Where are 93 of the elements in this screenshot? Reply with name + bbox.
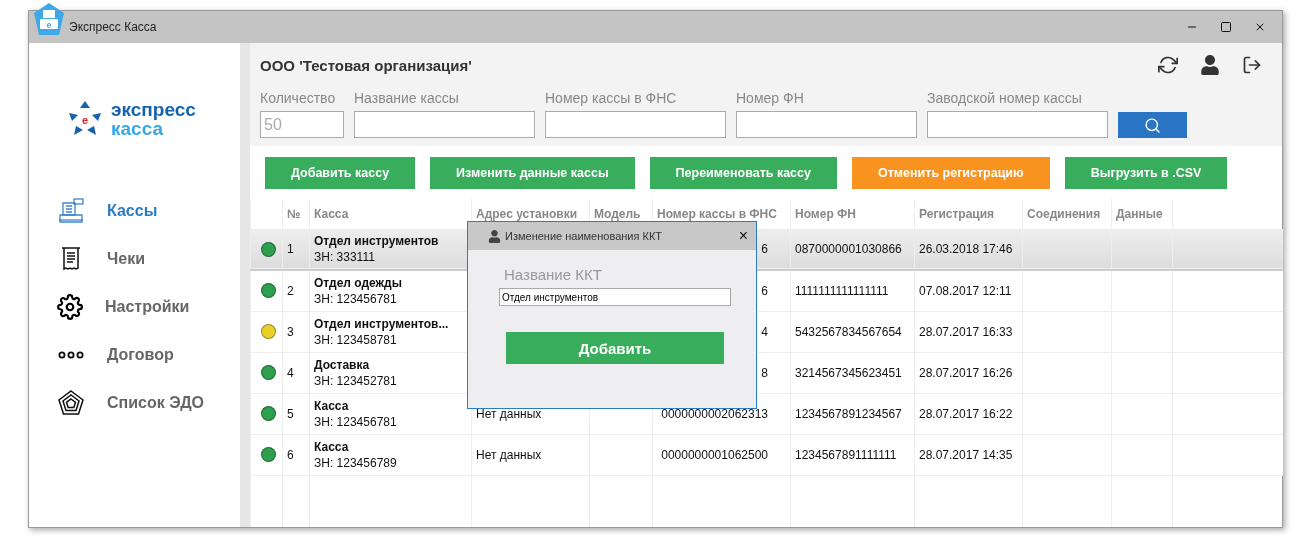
filter-field[interactable] [354, 111, 535, 138]
maximize-icon [1220, 21, 1232, 33]
column-header: Модель [594, 207, 641, 221]
dialog-title: Изменение наименования ККТ [505, 230, 663, 242]
serial-number: ЗН: 123456789 [314, 455, 398, 470]
maximize-button[interactable] [1220, 21, 1232, 33]
column-header: Номер кассы в ФНС [657, 207, 777, 221]
cash-register-icon [57, 197, 85, 225]
table-cell: 3 [287, 324, 294, 339]
column-header: Регистрация [919, 207, 995, 221]
table-cell: 28.07.2017 16:33 [919, 324, 1013, 339]
table-cell: 8 [761, 365, 768, 380]
sidebar-item[interactable]: Чеки [57, 241, 240, 277]
filter-field[interactable]: 50 [260, 111, 344, 138]
refresh-icon [1158, 55, 1178, 75]
action-button[interactable]: Выгрузить в .CSV [1064, 157, 1228, 189]
filter-field[interactable] [927, 111, 1108, 138]
gear-icon [57, 294, 83, 320]
close-button[interactable]: × [738, 227, 748, 245]
filter-label: Номер кассы в ФНС [545, 90, 678, 106]
table-cell: 4 [287, 365, 294, 380]
user-icon [1200, 55, 1220, 75]
user-button[interactable] [1200, 55, 1220, 75]
table-cell: 1234567891111111 [795, 447, 897, 462]
table-cell: 2 [287, 283, 294, 298]
table-cell: 4 [761, 324, 768, 339]
column-header: № [287, 207, 301, 221]
table-cell: 28.07.2017 16:26 [919, 365, 1013, 380]
serial-number: ЗН: 123456781 [314, 414, 398, 429]
table-cell: 26.03.2018 17:46 [919, 242, 1013, 256]
search-icon [1144, 116, 1161, 134]
filter-label: Номер ФН [736, 90, 805, 106]
user-icon [488, 229, 501, 243]
cash-register-name: Отдел одежды [314, 275, 403, 290]
cash-register-name: Отдел инструментов [314, 234, 440, 248]
table-cell: Нет данных [476, 447, 542, 462]
organization-name: ООО 'Тестовая организация' [260, 56, 472, 74]
table-cell: 28.07.2017 14:35 [919, 447, 1013, 462]
filter-field[interactable] [545, 111, 726, 138]
sidebar-item[interactable]: Договор [57, 337, 240, 373]
table-cell: 5 [287, 406, 294, 421]
table-row[interactable]: 6 Касса ЗН: 123456789 Нет данных 0000000001062500 1234567891111111 28.07.2017 14:35 [250, 434, 1283, 475]
serial-number: ЗН: 123456781 [314, 291, 398, 306]
column-header: Соединения [1027, 207, 1101, 221]
table-cell: 0000000001062500 [661, 447, 768, 462]
column-header: Касса [314, 207, 349, 221]
logo-text: экспресс [111, 100, 196, 119]
table-cell: 6 [761, 242, 768, 256]
action-button[interactable]: Добавить кассу [265, 157, 416, 189]
table-cell: 1111111111111111 [795, 283, 889, 298]
serial-number: ЗН: 333111 [314, 250, 376, 264]
action-button[interactable]: Изменить данные кассы [430, 157, 635, 189]
sidebar-item[interactable]: Кассы [57, 193, 240, 229]
serial-number: ЗН: 123452781 [314, 373, 398, 388]
column-header: Номер ФН [795, 207, 856, 221]
filter-label: Заводской номер кассы [927, 90, 1083, 106]
logo-text: касса [111, 119, 163, 138]
filter-field[interactable] [736, 111, 917, 138]
table-cell: 6 [761, 283, 768, 298]
table-cell: 0870000001030866 [795, 242, 902, 256]
cash-register-name: Отдел инструментов... [314, 316, 450, 331]
column-header: Данные [1116, 207, 1163, 221]
filter-label: Количество [260, 90, 337, 106]
search-button[interactable] [1118, 112, 1187, 138]
add-button[interactable]: Добавить [506, 332, 724, 364]
logout-button[interactable] [1242, 55, 1262, 75]
action-button[interactable]: Переименовать кассу [649, 157, 837, 189]
close-button[interactable] [1254, 21, 1266, 33]
table-cell: Нет данных [476, 406, 542, 421]
table-cell: 1 [287, 242, 294, 256]
pentagon-icon [57, 389, 85, 417]
table-cell: 5432567834567654 [795, 324, 902, 339]
cash-register-name: Доставка [314, 357, 371, 372]
close-icon [1254, 21, 1266, 33]
serial-number: ЗН: 123458781 [314, 332, 398, 347]
table-cell: 6 [287, 447, 294, 462]
window-title: Экспресс Касса [69, 20, 157, 34]
name-field[interactable]: Отдел инструментов [499, 288, 731, 306]
filter-label: Название кассы [354, 90, 460, 106]
table-cell: 07.08.2017 12:11 [919, 283, 1012, 298]
table-cell: 3214567345623451 [795, 365, 902, 380]
column-header: Адрес установки [476, 207, 578, 221]
sidebar-item[interactable]: Настройки [57, 289, 240, 325]
refresh-button[interactable] [1158, 55, 1178, 75]
app-logo-icon: e [32, 2, 66, 38]
cash-register-name: Касса [314, 398, 350, 413]
logout-icon [1242, 55, 1262, 75]
table-cell: 1234567891234567 [795, 406, 902, 421]
dots-icon [58, 351, 84, 359]
sidebar-item[interactable]: Список ЭДО [57, 385, 240, 421]
table-cell: 28.07.2017 16:22 [919, 406, 1013, 421]
table-cell: 0000000002062313 [661, 406, 768, 421]
cash-register-name: Касса [314, 439, 350, 454]
